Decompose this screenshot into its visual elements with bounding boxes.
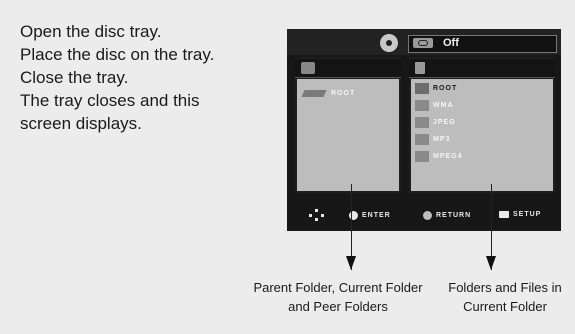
entry-label: WMA	[433, 102, 454, 109]
list-item[interactable]: JPEG	[415, 117, 463, 128]
entry-label: ROOT	[433, 85, 458, 92]
folder-icon	[415, 83, 429, 94]
file-icon	[415, 62, 425, 74]
entry-label: JPEG	[433, 119, 456, 126]
list-item[interactable]: MP3	[415, 134, 463, 145]
arrow-down-icon	[346, 256, 356, 270]
caption-line: Current Folder	[463, 299, 547, 314]
caption-line: and Peer Folders	[288, 299, 388, 314]
folder-icon	[415, 134, 429, 145]
arrow-down-icon	[486, 256, 496, 270]
setup-hint: SETUP	[499, 211, 541, 218]
folder-icon	[415, 100, 429, 111]
status-bar: Off	[287, 29, 561, 55]
instruction-line: The tray closes and this	[20, 91, 200, 110]
folder-list: ROOT	[297, 79, 399, 191]
folder-label: ROOT	[331, 89, 356, 97]
repeat-status-label: Off	[443, 37, 459, 49]
setup-label: SETUP	[513, 211, 542, 218]
instruction-line: Place the disc on the tray.	[20, 45, 215, 64]
direction-pad-icon	[309, 209, 325, 221]
list-item[interactable]: WMA	[415, 100, 463, 111]
folder-panel-header	[295, 59, 401, 78]
list-item[interactable]: ROOT	[301, 87, 356, 99]
enter-hint: ENTER	[349, 211, 391, 220]
right-panel-caption: Folders and Files in Current Folder	[440, 278, 570, 316]
caption-line: Folders and Files in	[448, 280, 562, 295]
entry-label: MPEG4	[433, 153, 463, 160]
enter-label: ENTER	[362, 212, 391, 219]
list-item[interactable]: MPEG4	[415, 151, 463, 162]
left-panel-caption: Parent Folder, Current Folder and Peer F…	[243, 278, 433, 316]
instruction-text: Open the disc tray. Place the disc on th…	[20, 20, 280, 135]
folder-icon	[415, 117, 429, 128]
entry-label: MP3	[433, 136, 451, 143]
setup-icon	[499, 211, 509, 218]
repeat-icon	[413, 38, 433, 48]
instruction-line: Close the tray.	[20, 68, 129, 87]
instruction-line: screen displays.	[20, 114, 142, 133]
file-panel-header	[409, 59, 555, 78]
open-folder-icon	[301, 89, 327, 97]
return-icon	[423, 211, 432, 220]
list-item[interactable]: ROOT	[415, 83, 463, 94]
folder-icon	[301, 62, 315, 74]
instruction-line: Open the disc tray.	[20, 22, 162, 41]
repeat-status-box: Off	[408, 35, 557, 53]
remote-hint-bar: ENTER RETURN SETUP	[287, 201, 561, 231]
disc-icon	[380, 34, 398, 52]
file-panel: ROOT WMA JPEG MP3 MPEG4	[409, 57, 555, 193]
navigation-hint	[309, 209, 325, 221]
return-hint: RETURN	[423, 211, 471, 220]
caption-line: Parent Folder, Current Folder	[253, 280, 423, 295]
folder-panel: ROOT	[295, 57, 401, 193]
folder-icon	[415, 151, 429, 162]
return-label: RETURN	[436, 212, 472, 219]
dvd-menu-screen: Off ROOT ROOT WMA JPEG MP3 MPEG4 ENTER R…	[287, 29, 561, 231]
file-list: ROOT WMA JPEG MP3 MPEG4	[411, 79, 553, 191]
